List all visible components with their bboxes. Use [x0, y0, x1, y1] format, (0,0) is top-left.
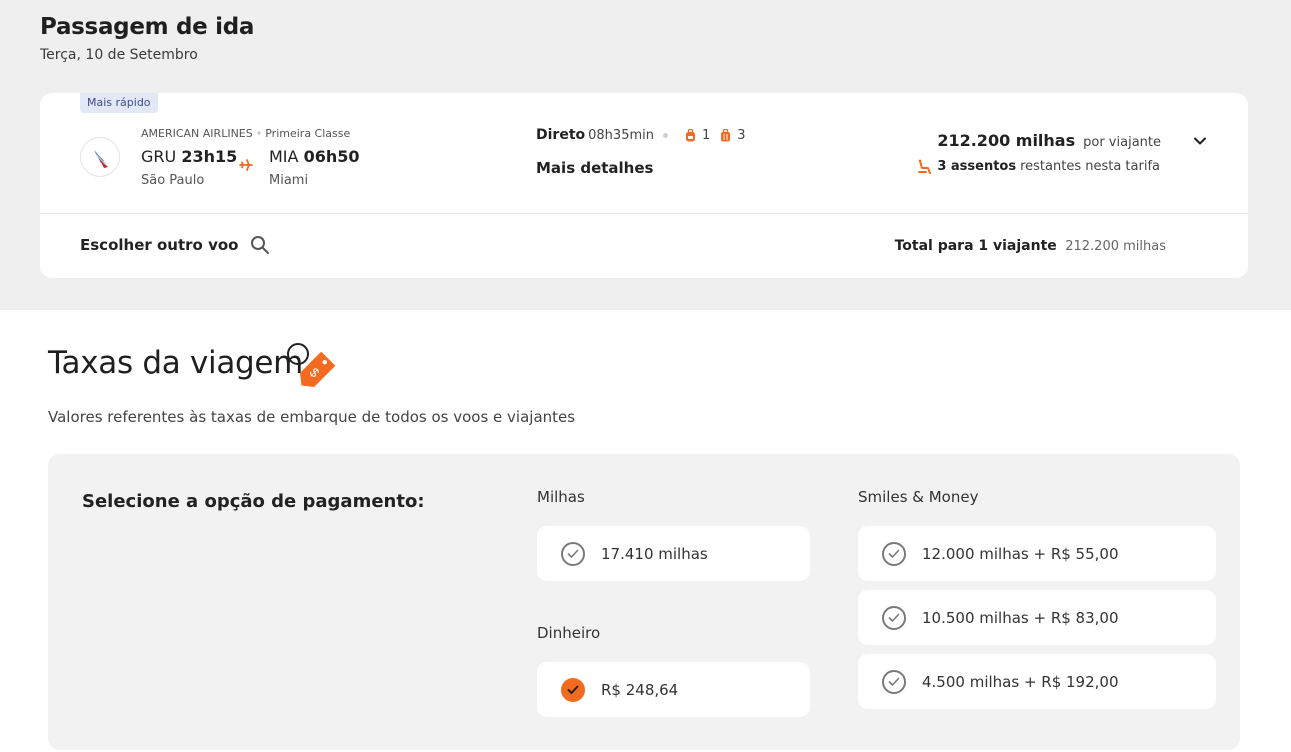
taxes-title: Taxas da viagem [48, 345, 304, 381]
airline-info: AMERICAN AIRLINES • Primeira Classe [141, 127, 350, 140]
smiles-money-option[interactable]: 12.000 milhas + R$ 55,00 [858, 526, 1216, 581]
smiles-money-option[interactable]: 4.500 milhas + R$ 192,00 [858, 654, 1216, 709]
search-icon [251, 236, 270, 254]
choose-other-flight-button[interactable]: Escolher outro voo [80, 235, 270, 255]
page-title: Passagem de ida [40, 14, 255, 40]
price-tag-icon: $ [287, 343, 336, 387]
payment-option-heading: Selecione a opção de pagamento: [82, 491, 425, 512]
money-option[interactable]: R$ 248,64 [537, 662, 810, 717]
stops-label: Direto [536, 127, 586, 143]
choose-other-label: Escolher outro voo [80, 236, 239, 254]
payment-options-panel: Selecione a opção de pagamento: Milhas 1… [48, 454, 1240, 750]
fastest-badge: Mais rápido [80, 93, 158, 113]
money-option-label: R$ 248,64 [601, 680, 679, 699]
smiles-money-option-label: 4.500 milhas + R$ 192,00 [922, 672, 1119, 691]
check-icon [888, 677, 900, 686]
total-label: Total para 1 viajante [894, 238, 1057, 254]
more-details-link[interactable]: Mais detalhes [536, 159, 653, 177]
outbound-flight-section: Passagem de ida Terça, 10 de Setembro Ma… [0, 0, 1291, 310]
seat-icon [918, 159, 932, 174]
separator-dot-icon [662, 132, 668, 138]
suitcase-icon [721, 128, 731, 141]
miles-option[interactable]: 17.410 milhas [537, 526, 810, 581]
smiles-money-column-label: Smiles & Money [858, 488, 979, 506]
backpack-icon [685, 128, 695, 141]
smiles-money-option-radio[interactable] [882, 669, 906, 694]
seats-remaining: 3 assentos restantes nesta tarifa [917, 159, 1160, 174]
check-icon [567, 549, 579, 558]
price-per-label: por viajante [1083, 135, 1161, 150]
miles-option-radio[interactable] [561, 541, 585, 566]
smiles-money-option-radio[interactable] [882, 605, 906, 630]
origin-code: GRU [141, 147, 177, 166]
destination-segment: MIA 06h50 [269, 147, 359, 166]
smiles-money-option-radio[interactable] [882, 541, 906, 566]
separator-dot-icon: • [255, 127, 263, 140]
card-divider [40, 213, 1248, 214]
airline-name: AMERICAN AIRLINES [141, 127, 253, 140]
price-per-traveler: 212.200 milhas por viajante [937, 131, 1161, 150]
airplane-icon [239, 159, 253, 171]
american-airlines-logo-icon [80, 137, 120, 177]
miles-column-label: Milhas [537, 488, 585, 506]
origin-city: São Paulo [141, 173, 205, 188]
departure-time: 23h15 [181, 147, 238, 166]
taxes-subtitle: Valores referentes às taxas de embarque … [48, 408, 576, 426]
miles-option-label: 17.410 milhas [601, 544, 708, 563]
flight-duration: 08h35min [588, 127, 654, 143]
seats-count: 3 assentos [937, 159, 1017, 174]
total-price: Total para 1 viajante 212.200 milhas [895, 238, 1166, 254]
money-option-radio[interactable] [561, 677, 585, 702]
destination-city: Miami [269, 173, 309, 188]
money-column-label: Dinheiro [537, 624, 601, 642]
destination-code: MIA [269, 147, 299, 166]
total-value: 212.200 milhas [1065, 239, 1166, 254]
carry-on-count: 1 [701, 127, 711, 143]
checked-bag-count: 3 [737, 127, 746, 143]
flight-date: Terça, 10 de Setembro [40, 47, 198, 63]
check-icon [888, 549, 900, 558]
smiles-money-option[interactable]: 10.500 milhas + R$ 83,00 [858, 590, 1216, 645]
origin-segment: GRU 23h15 [141, 147, 237, 166]
check-icon [567, 685, 579, 694]
smiles-money-option-label: 12.000 milhas + R$ 55,00 [922, 544, 1119, 563]
flight-card: Mais rápido AMERICAN AIRLINES • Primeira C… [40, 93, 1248, 278]
seats-text: restantes nesta tarifa [1020, 159, 1160, 174]
cabin-class: Primeira Classe [265, 127, 351, 140]
smiles-money-option-label: 10.500 milhas + R$ 83,00 [922, 608, 1119, 627]
arrival-time: 06h50 [303, 147, 360, 166]
check-icon [888, 613, 900, 622]
flight-summary: Direto 08h35min 1 3 [536, 127, 746, 143]
chevron-down-icon[interactable] [1192, 133, 1208, 149]
price-miles: 212.200 milhas [937, 131, 1076, 150]
